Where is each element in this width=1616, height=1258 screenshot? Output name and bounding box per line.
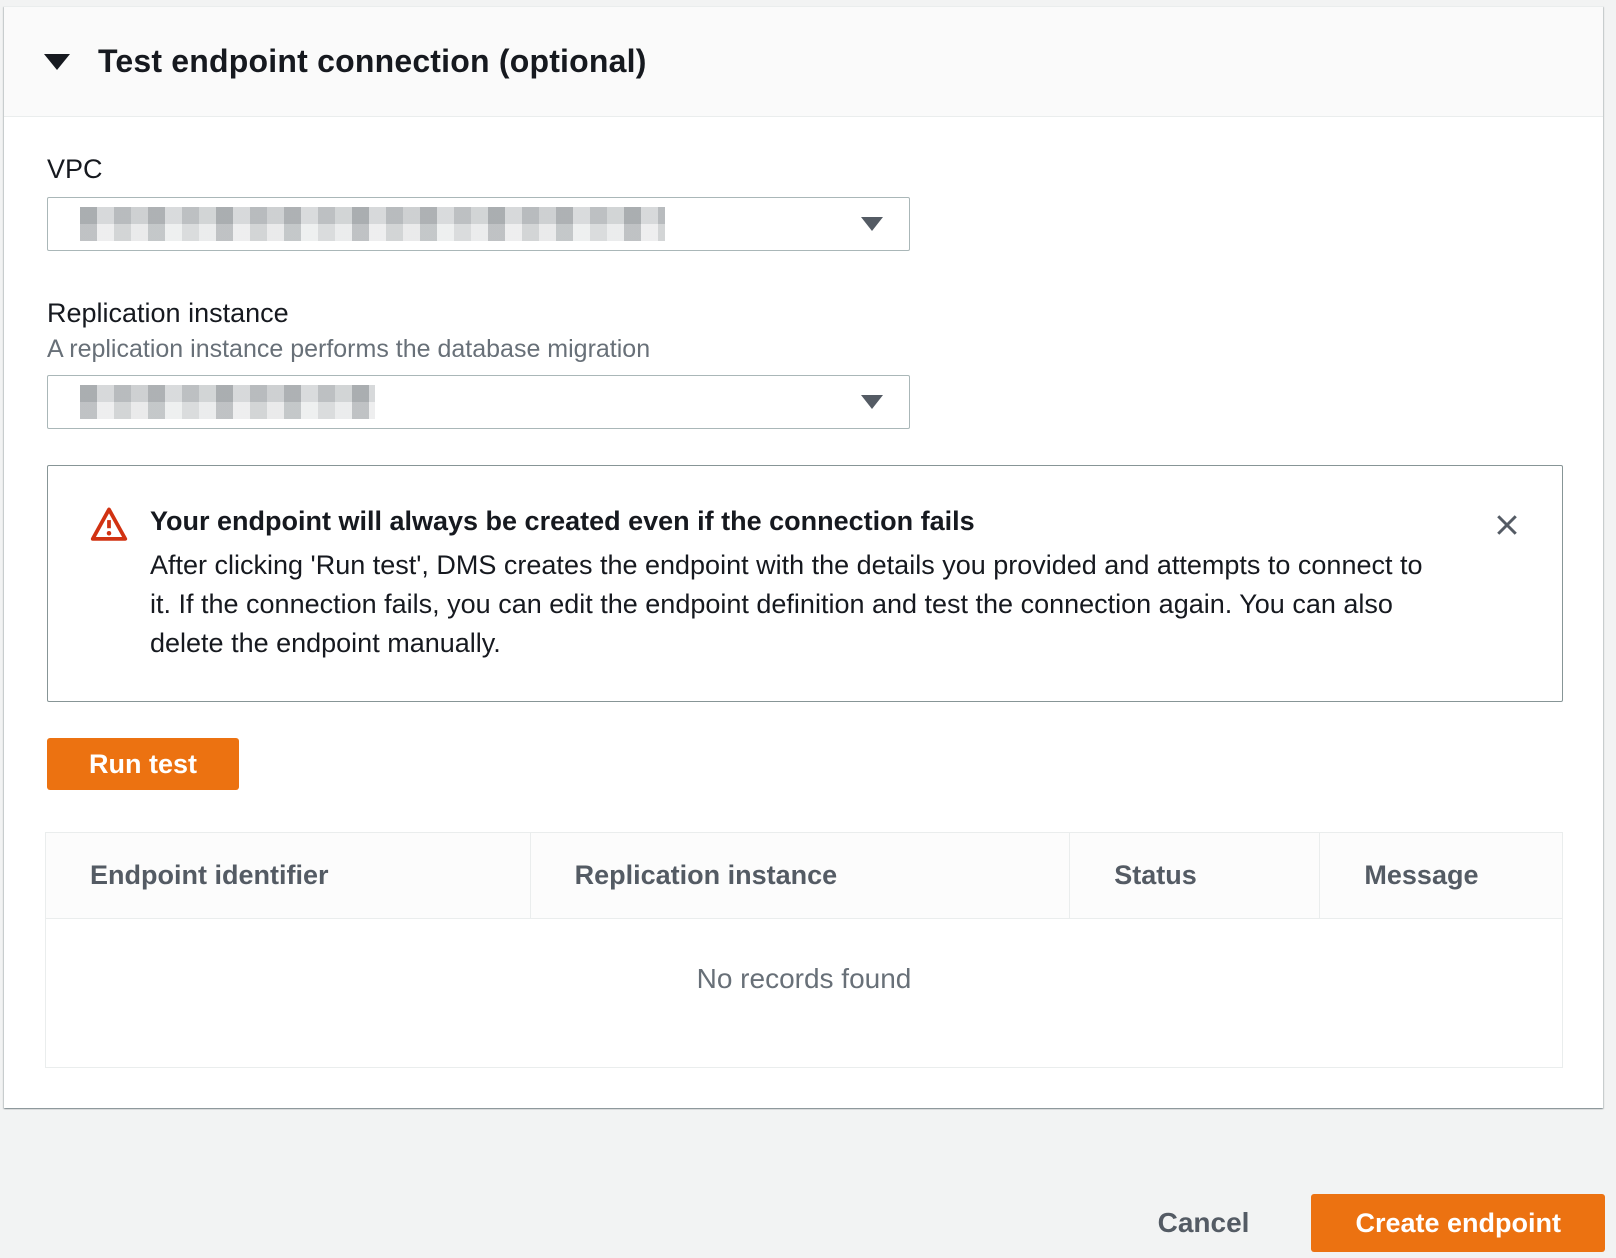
- vpc-label: VPC: [47, 153, 1563, 185]
- column-header-replication-instance[interactable]: Replication instance: [530, 833, 1070, 918]
- replication-instance-field: Replication instance A replication insta…: [47, 297, 1563, 429]
- vpc-field: VPC: [47, 153, 1563, 251]
- replication-instance-description: A replication instance performs the data…: [47, 335, 1563, 363]
- warning-triangle-icon: [90, 506, 128, 547]
- create-endpoint-button[interactable]: Create endpoint: [1311, 1194, 1605, 1252]
- form-footer: Cancel Create endpoint: [0, 1108, 1616, 1258]
- replication-instance-select[interactable]: [47, 375, 910, 429]
- empty-state-message: No records found: [46, 919, 1562, 995]
- warning-alert: Your endpoint will always be created eve…: [47, 465, 1563, 702]
- connection-results-table: Endpoint identifier Replication instance…: [45, 832, 1563, 1068]
- column-header-endpoint-identifier[interactable]: Endpoint identifier: [46, 833, 530, 918]
- replication-instance-redacted-value: [80, 385, 375, 419]
- caret-down-icon: [44, 54, 70, 70]
- vpc-select[interactable]: [47, 197, 910, 251]
- warning-alert-content: Your endpoint will always be created eve…: [150, 504, 1442, 663]
- chevron-down-icon: [861, 395, 883, 409]
- section-header-toggle[interactable]: Test endpoint connection (optional): [4, 7, 1603, 117]
- section-title: Test endpoint connection (optional): [98, 43, 647, 80]
- table-body: No records found: [46, 919, 1562, 1067]
- run-test-button[interactable]: Run test: [47, 738, 239, 790]
- column-header-status[interactable]: Status: [1069, 833, 1319, 918]
- table-header-row: Endpoint identifier Replication instance…: [46, 833, 1562, 919]
- column-header-message[interactable]: Message: [1319, 833, 1562, 918]
- warning-alert-body: After clicking 'Run test', DMS creates t…: [150, 546, 1442, 663]
- warning-alert-title: Your endpoint will always be created eve…: [150, 504, 1442, 538]
- test-endpoint-section: Test endpoint connection (optional) VPC …: [4, 6, 1603, 1108]
- replication-instance-label: Replication instance: [47, 297, 1563, 329]
- chevron-down-icon: [861, 217, 883, 231]
- cancel-button[interactable]: Cancel: [1096, 1194, 1312, 1252]
- vpc-redacted-value: [80, 207, 665, 241]
- section-body: VPC Replication instance A replication i…: [4, 117, 1603, 1108]
- close-icon[interactable]: [1488, 506, 1526, 544]
